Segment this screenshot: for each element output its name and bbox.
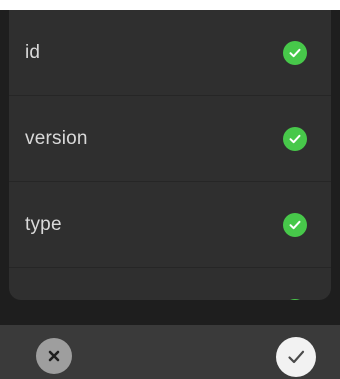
field-selection-dialog: id version type [0,0,340,379]
check-circle-icon[interactable] [283,40,307,65]
list-item-type[interactable]: type [9,182,331,268]
list-item-label: type [25,213,62,235]
list-item-version[interactable]: version [9,96,331,182]
list-item-id[interactable]: id [9,10,331,96]
close-icon [48,350,60,362]
list-item-partial[interactable] [9,268,331,300]
top-edge [0,0,340,10]
confirm-button[interactable] [276,337,316,377]
list-item-label: version [25,127,88,149]
checkmark-icon [288,350,305,364]
field-list-panel[interactable]: id version type [9,10,331,300]
list-item-label: id [25,41,41,63]
check-circle-icon[interactable] [283,212,307,237]
cancel-button[interactable] [36,338,72,374]
check-circle-icon[interactable] [283,299,307,300]
check-circle-icon[interactable] [283,126,307,151]
